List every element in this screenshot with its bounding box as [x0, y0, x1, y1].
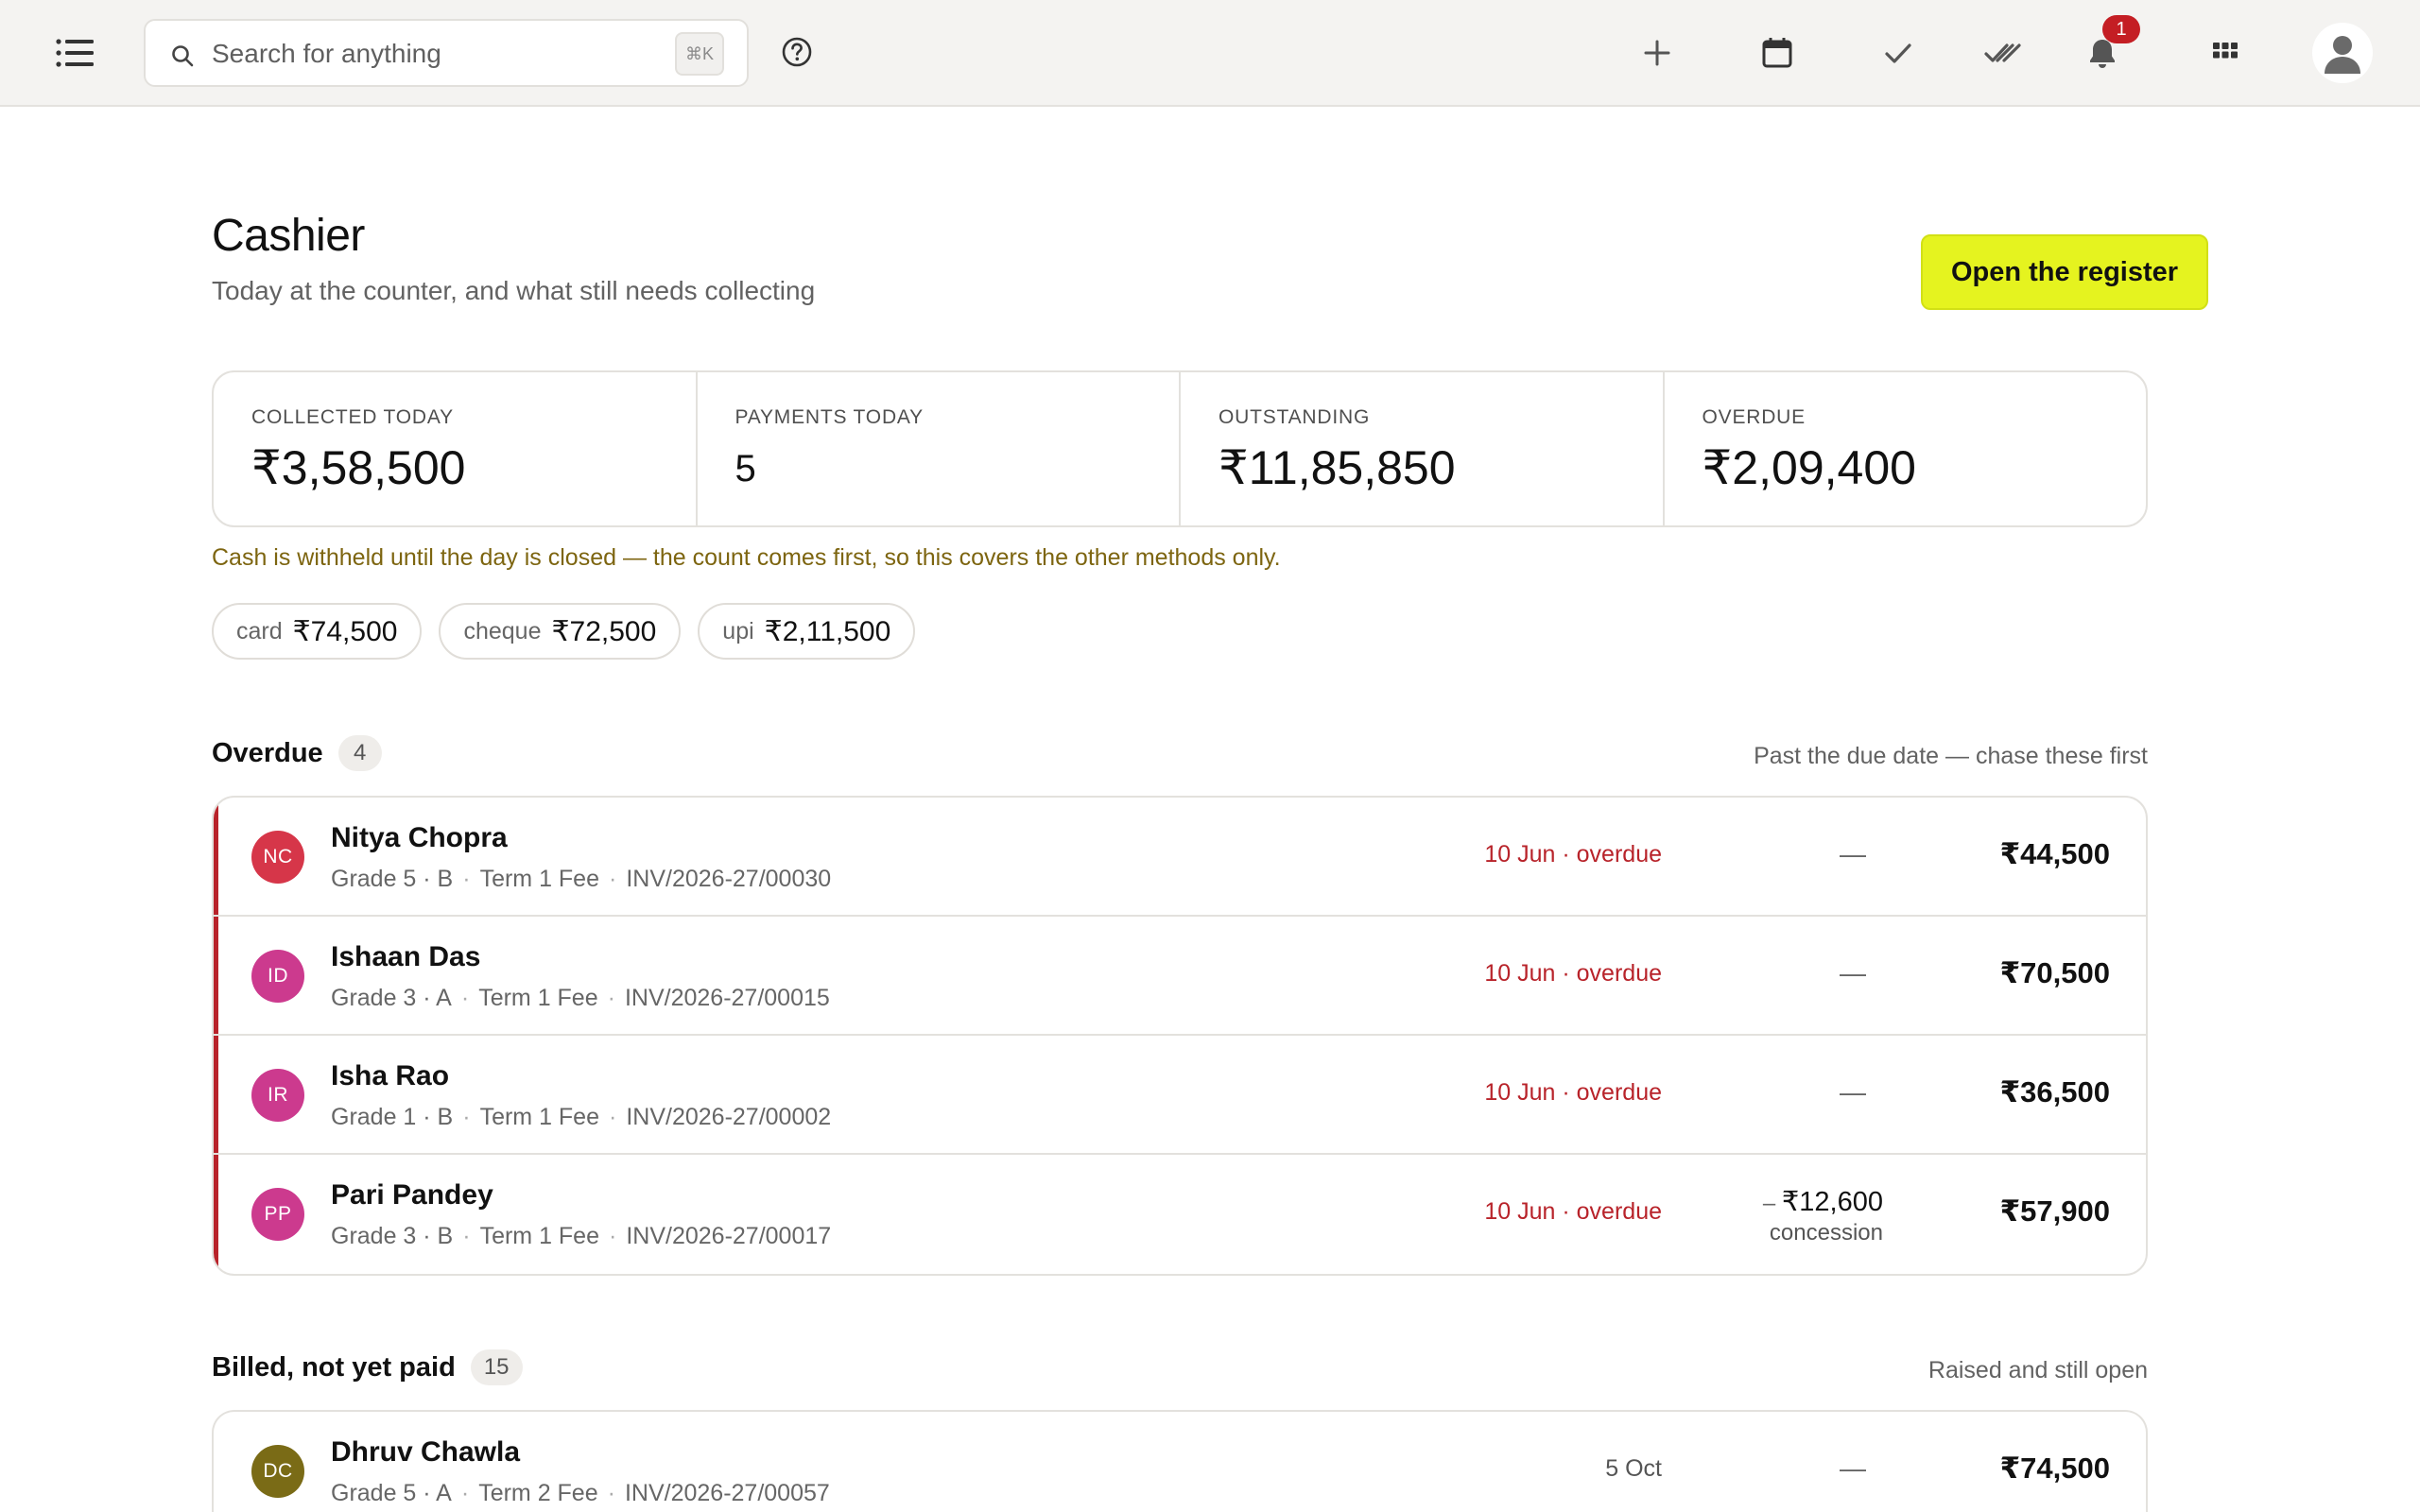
summary-stats: COLLECTED TODAY ₹3,58,500 PAYMENTS TODAY…	[212, 370, 2148, 527]
open-register-button[interactable]: Open the register	[1921, 234, 2208, 310]
stat-value: ₹11,85,850	[1219, 441, 1456, 494]
method-pill-cheque: cheque ₹72,500	[439, 603, 682, 660]
invoice-row[interactable]: DC Dhruv Chawla Grade 5 · A · Term 2 Fee · I…	[214, 1412, 2146, 1512]
search-box[interactable]: ⌘K	[144, 19, 749, 87]
page-title: Cashier	[212, 211, 365, 261]
cash-withheld-note: Cash is withheld until the day is closed…	[212, 544, 1281, 571]
section-count-badge: 15	[470, 1349, 523, 1385]
invoice-meta: Grade 3 · B · Term 1 Fee · INV/2026-27/00017	[331, 1223, 832, 1249]
apps-grid-icon[interactable]	[2206, 34, 2244, 72]
invoice-row[interactable]: IR Isha Rao Grade 1 · B · Term 1 Fee · INV/2…	[214, 1036, 2146, 1155]
student-avatar: ID	[251, 950, 304, 1003]
student-name: Isha Rao	[331, 1060, 450, 1091]
stat-payments-today: PAYMENTS TODAY 5	[698, 372, 1181, 525]
adjustment-label: concession	[1769, 1220, 1883, 1246]
search-icon	[170, 43, 195, 68]
invoice-row[interactable]: ID Ishaan Das Grade 3 · A · Term 1 Fee · INV…	[214, 917, 2146, 1036]
due-status: 10 Jun · overdue	[1484, 960, 1662, 987]
user-avatar-icon[interactable]	[2312, 23, 2373, 83]
student-name: Ishaan Das	[331, 941, 481, 972]
invoice-row[interactable]: NC Nitya Chopra Grade 5 · B · Term 1 Fee · I…	[214, 798, 2146, 917]
invoice-amount: ₹44,500	[1999, 837, 2110, 870]
concession-adjustment: – ₹12,600 concession	[1763, 1185, 1883, 1246]
payment-method-pills: card ₹74,500 cheque ₹72,500 upi ₹2,11,50…	[212, 603, 916, 660]
minus-sign: –	[1762, 1191, 1782, 1216]
due-status: 10 Jun · overdue	[1484, 1079, 1662, 1106]
billed-list: DC Dhruv Chawla Grade 5 · A · Term 2 Fee · I…	[212, 1410, 2148, 1512]
section-count-badge: 4	[337, 735, 382, 771]
due-status: 10 Jun · overdue	[1484, 841, 1662, 868]
section-title: Billed, not yet paid	[212, 1351, 456, 1383]
student-avatar: NC	[251, 831, 304, 884]
menu-icon[interactable]	[55, 34, 96, 72]
search-input[interactable]	[212, 34, 656, 74]
invoice-row[interactable]: PP Pari Pandey Grade 3 · B · Term 1 Fee · IN…	[214, 1155, 2146, 1274]
stat-value: ₹3,58,500	[251, 441, 466, 494]
overdue-list: NC Nitya Chopra Grade 5 · B · Term 1 Fee · I…	[212, 796, 2148, 1276]
stat-outstanding: OUTSTANDING ₹11,85,850	[1181, 372, 1665, 525]
search-shortcut-hint: ⌘K	[675, 32, 724, 76]
adjustment-value: —	[1840, 958, 1866, 988]
add-icon[interactable]	[1638, 34, 1676, 72]
adjustment-amount: ₹12,600	[1781, 1187, 1883, 1217]
invoice-meta: Grade 1 · B · Term 1 Fee · INV/2026-27/00002	[331, 1104, 832, 1130]
student-avatar: IR	[251, 1069, 304, 1122]
stat-label: PAYMENTS TODAY	[735, 406, 924, 428]
check-icon[interactable]	[1879, 34, 1917, 72]
invoice-meta: Grade 3 · A · Term 1 Fee · INV/2026-27/00015	[331, 985, 830, 1011]
stat-value: ₹2,09,400	[1702, 441, 1916, 494]
invoice-amount: ₹70,500	[1999, 956, 2110, 989]
billed-section-header: Billed, not yet paid 15	[212, 1349, 523, 1385]
stat-overdue: OVERDUE ₹2,09,400	[1665, 372, 2147, 525]
double-check-icon[interactable]	[1983, 34, 2021, 72]
invoice-amount: ₹36,500	[1999, 1075, 2110, 1108]
help-icon[interactable]	[781, 36, 813, 68]
student-avatar: DC	[251, 1445, 304, 1498]
student-name: Nitya Chopra	[331, 822, 508, 853]
invoice-amount: ₹57,900	[1999, 1194, 2110, 1228]
page-subtitle: Today at the counter, and what still nee…	[212, 276, 816, 305]
stat-label: OUTSTANDING	[1219, 406, 1371, 428]
method-amount: ₹72,500	[551, 615, 657, 647]
student-name: Dhruv Chawla	[331, 1436, 521, 1468]
stat-label: OVERDUE	[1702, 406, 1806, 428]
section-hint: Raised and still open	[1927, 1357, 2148, 1383]
top-bar: ⌘K 1	[0, 0, 2420, 107]
invoice-meta: Grade 5 · B · Term 1 Fee · INV/2026-27/00030	[331, 866, 832, 892]
notification-count-badge: 1	[2102, 15, 2140, 43]
stat-value: 5	[735, 448, 756, 490]
stat-label: COLLECTED TODAY	[251, 406, 454, 428]
calendar-icon[interactable]	[1758, 34, 1796, 72]
method-name: cheque	[463, 617, 542, 644]
due-date: 5 Oct	[1605, 1455, 1662, 1482]
invoice-amount: ₹74,500	[1999, 1452, 2110, 1485]
student-name: Pari Pandey	[331, 1179, 493, 1211]
adjustment-value: —	[1840, 839, 1866, 868]
overdue-section-header: Overdue 4	[212, 735, 382, 771]
adjustment-value: —	[1840, 1453, 1866, 1483]
student-avatar: PP	[251, 1188, 304, 1241]
section-hint: Past the due date — chase these first	[1754, 743, 2148, 769]
due-status: 10 Jun · overdue	[1484, 1198, 1662, 1225]
invoice-meta: Grade 5 · A · Term 2 Fee · INV/2026-27/00057	[331, 1480, 830, 1506]
method-pill-upi: upi ₹2,11,500	[698, 603, 916, 660]
method-amount: ₹2,11,500	[764, 615, 891, 647]
section-title: Overdue	[212, 737, 323, 768]
stat-collected-today: COLLECTED TODAY ₹3,58,500	[214, 372, 698, 525]
method-amount: ₹74,500	[292, 615, 398, 647]
method-pill-card: card ₹74,500	[212, 603, 423, 660]
method-name: upi	[722, 617, 754, 644]
adjustment-value: —	[1840, 1077, 1866, 1107]
method-name: card	[236, 617, 283, 644]
